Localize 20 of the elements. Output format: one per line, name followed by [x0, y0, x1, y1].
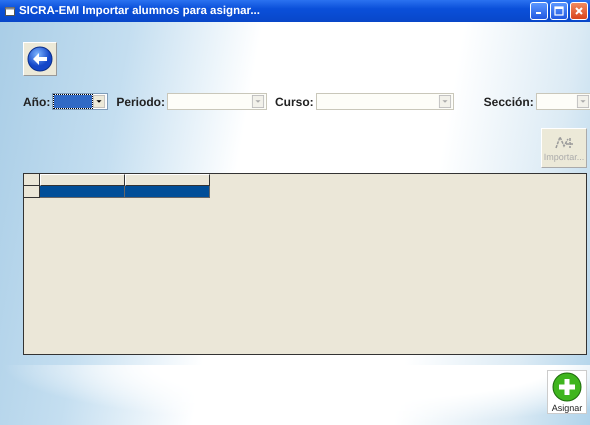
- grid-cell[interactable]: [40, 186, 125, 198]
- assign-button[interactable]: Asignar: [547, 370, 587, 414]
- grid-cell[interactable]: [125, 186, 210, 198]
- filter-label: Año:: [23, 94, 50, 108]
- close-icon: [574, 6, 584, 16]
- dropdown-field[interactable]: [52, 93, 108, 110]
- maximize-button[interactable]: [550, 2, 568, 20]
- maximize-icon: [554, 6, 564, 16]
- close-button[interactable]: [570, 2, 588, 20]
- window-icon: [5, 6, 15, 16]
- minimize-button[interactable]: [530, 2, 548, 20]
- plus-icon: [552, 372, 582, 402]
- filter-label: Curso:: [275, 94, 314, 108]
- filter-label: Sección:: [484, 94, 534, 108]
- back-button[interactable]: [23, 42, 57, 76]
- window-title: SICRA-EMI Importar alumnos para asignar...: [19, 5, 261, 17]
- row-header[interactable]: [24, 186, 40, 198]
- filter-label: Periodo:: [116, 94, 165, 108]
- column-header[interactable]: [40, 174, 125, 186]
- column-header[interactable]: [125, 174, 210, 186]
